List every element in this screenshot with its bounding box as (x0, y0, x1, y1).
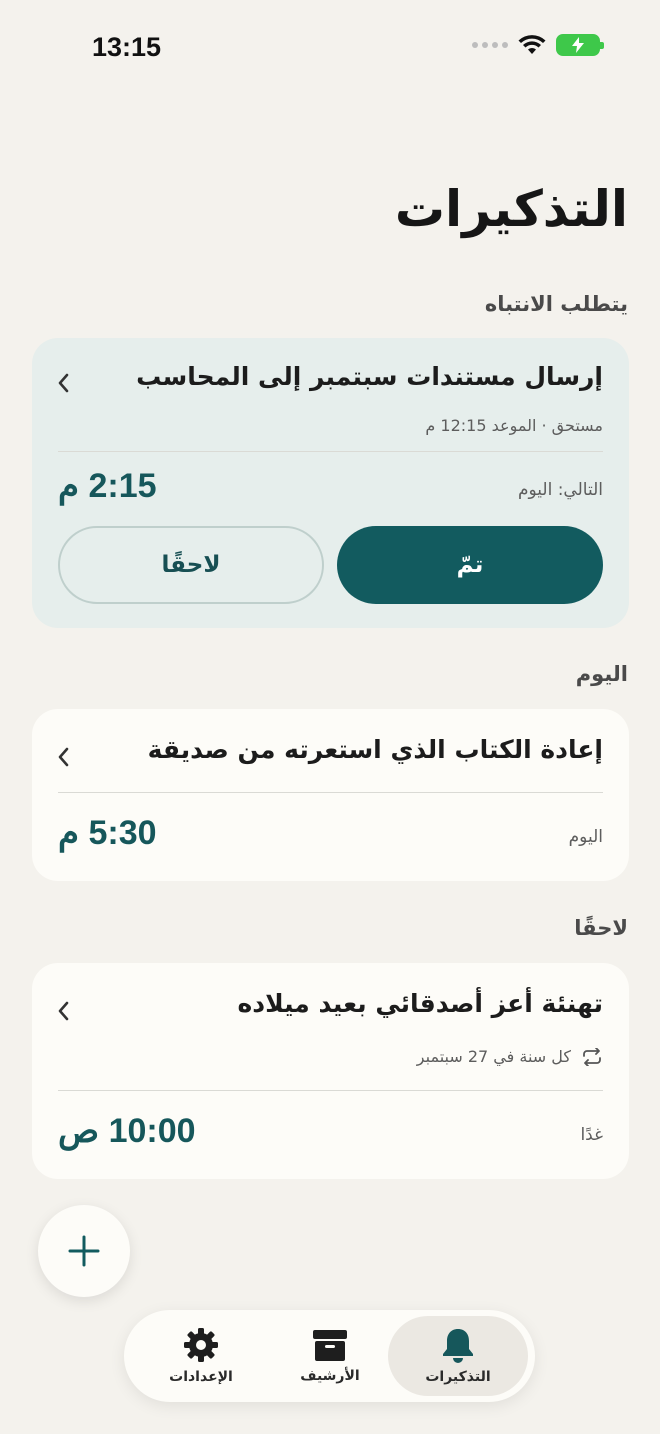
reminder-time: 2:15 م (58, 467, 157, 505)
status-bar: 13:15 (0, 0, 660, 100)
section-label-later: لاحقًا (574, 916, 628, 940)
section-label-today: اليوم (575, 662, 628, 686)
section-label-attention: يتطلب الانتباه (484, 292, 628, 316)
reminder-title: إرسال مستندات سبتمبر إلى المحاسب (136, 362, 603, 391)
reminder-time: 5:30 م (58, 814, 157, 852)
attention-reminder-card[interactable]: إرسال مستندات سبتمبر إلى المحاسب مستحق ·… (32, 338, 629, 628)
repeat-info: كل سنة في 27 سبتمبر (417, 1047, 603, 1066)
bottom-tab-bar: الإعدادات الأرشيف التذكيرات (124, 1310, 535, 1402)
gear-icon (184, 1328, 218, 1362)
reminder-title: إعادة الكتاب الذي استعرته من صديقة (147, 735, 603, 764)
wifi-icon (518, 35, 546, 54)
due-status-text: مستحق · الموعد 12:15 م (425, 416, 603, 435)
battery-charging-icon (556, 34, 604, 56)
card-divider (58, 451, 603, 452)
tab-archive[interactable]: الأرشيف (260, 1316, 400, 1396)
repeat-text: كل سنة في 27 سبتمبر (416, 1047, 571, 1066)
status-icons (472, 34, 604, 56)
chevron-left-icon[interactable] (56, 372, 70, 394)
tab-settings-label: الإعدادات (169, 1369, 233, 1385)
status-time: 13:15 (92, 32, 162, 62)
repeat-icon (583, 1047, 601, 1066)
add-reminder-button[interactable] (38, 1205, 130, 1297)
chevron-left-icon[interactable] (56, 1000, 70, 1022)
today-reminder-card[interactable]: إعادة الكتاب الذي استعرته من صديقة اليوم… (32, 709, 629, 881)
cellular-signal-icon (472, 42, 508, 48)
card-divider (58, 1090, 603, 1091)
tab-reminders[interactable]: التذكيرات (388, 1316, 528, 1396)
plus-icon (68, 1235, 100, 1267)
reminder-time: 10:00 ص (58, 1112, 196, 1150)
done-button[interactable]: تمّ (337, 526, 603, 604)
bell-icon (443, 1329, 473, 1363)
next-occurrence-label: التالي: اليوم (517, 480, 603, 500)
tab-reminders-label: التذكيرات (425, 1369, 491, 1385)
archive-box-icon (313, 1330, 347, 1361)
reminder-subtitle: مستحق · الموعد 12:15 م (425, 416, 603, 435)
reminder-title: تهنئة أعز أصدقائي بعيد ميلاده (237, 989, 603, 1018)
card-divider (58, 792, 603, 793)
page-title: التذكيرات (394, 180, 628, 238)
later-reminder-card[interactable]: تهنئة أعز أصدقائي بعيد ميلاده كل سنة في … (32, 963, 629, 1179)
tab-settings[interactable]: الإعدادات (131, 1316, 271, 1396)
tab-archive-label: الأرشيف (300, 1368, 360, 1384)
day-label: غدًا (580, 1125, 603, 1145)
chevron-left-icon[interactable] (56, 746, 70, 768)
snooze-later-button[interactable]: لاحقًا (58, 526, 324, 604)
day-label: اليوم (568, 827, 603, 847)
